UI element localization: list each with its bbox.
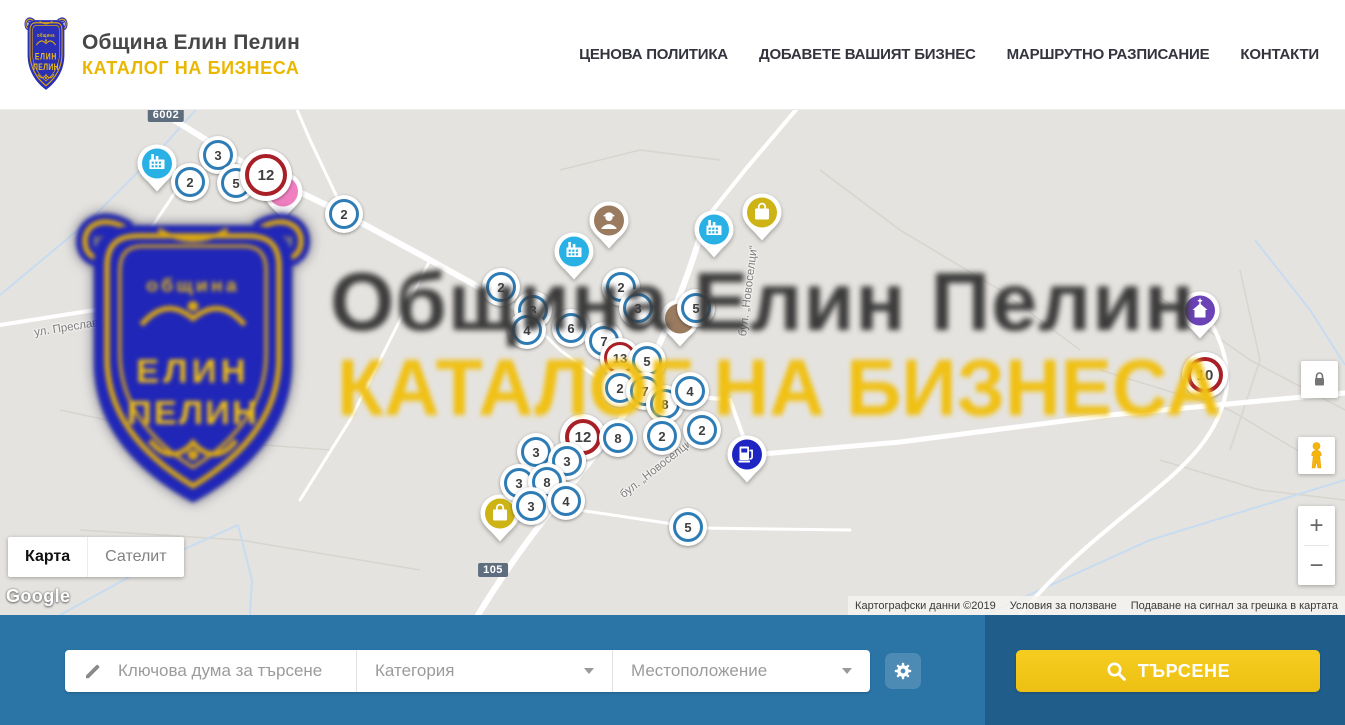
- cluster-count: 5: [692, 301, 699, 316]
- cluster-count: 8: [543, 475, 550, 490]
- cluster-count: 3: [527, 499, 534, 514]
- cluster-count: 2: [497, 280, 504, 295]
- location-dropdown[interactable]: Местоположение: [613, 650, 870, 692]
- cluster-marker[interactable]: 2: [683, 411, 721, 449]
- zoom-control: + −: [1298, 506, 1335, 585]
- cluster-marker[interactable]: 4: [508, 311, 546, 349]
- category-pin-factory[interactable]: [692, 209, 736, 267]
- cluster-count: 12: [258, 167, 275, 184]
- attribution-report-link[interactable]: Подаване на сигнал за грешка в картата: [1124, 600, 1345, 612]
- map-attribution: Картографски данни ©2019 Условия за полз…: [848, 596, 1345, 615]
- zoom-in-button[interactable]: +: [1298, 506, 1335, 545]
- category-dropdown[interactable]: Категория: [357, 650, 613, 692]
- cluster-count: 2: [616, 381, 623, 396]
- attribution-terms-link[interactable]: Условия за ползване: [1003, 600, 1124, 612]
- cluster-count: 5: [643, 354, 650, 369]
- map-type-map-button[interactable]: Карта: [8, 537, 87, 577]
- search-button-label: ТЪРСЕНЕ: [1138, 661, 1230, 682]
- cluster-count: 2: [340, 207, 347, 222]
- category-pin-factory[interactable]: [135, 143, 179, 201]
- cluster-marker[interactable]: 5: [677, 289, 715, 327]
- nav-contacts[interactable]: КОНТАКТИ: [1240, 46, 1319, 63]
- cluster-count: 4: [562, 494, 569, 509]
- cluster-marker[interactable]: 2: [325, 195, 363, 233]
- cluster-count: 8: [614, 431, 621, 446]
- cluster-count: 3: [214, 148, 221, 163]
- site-title: Община Елин Пелин: [82, 31, 300, 55]
- pencil-icon: [83, 661, 103, 681]
- logo-text: Община Елин Пелин КАТАЛОГ НА БИЗНЕСА: [82, 31, 300, 79]
- cluster-marker[interactable]: 10: [1182, 352, 1228, 398]
- lock-button[interactable]: [1301, 361, 1338, 398]
- cluster-count: 5: [232, 176, 239, 191]
- cluster-marker[interactable]: 8: [599, 419, 637, 457]
- search-icon: [1106, 661, 1127, 682]
- svg-text:ПЕЛИН: ПЕЛИН: [33, 62, 59, 72]
- lock-icon: [1312, 371, 1327, 388]
- cluster-count: 12: [575, 429, 592, 446]
- nav-route-schedule[interactable]: МАРШРУТНО РАЗПИСАНИЕ: [1007, 46, 1210, 63]
- pegman-icon: [1307, 442, 1326, 469]
- search-input-group: Категория Местоположение: [65, 650, 870, 692]
- cluster-marker[interactable]: 5: [669, 508, 707, 546]
- cluster-marker[interactable]: 12: [240, 149, 292, 201]
- cluster-count: 3: [563, 454, 570, 469]
- google-logo[interactable]: Google: [6, 586, 70, 607]
- cluster-count: 3: [532, 445, 539, 460]
- svg-text:община: община: [37, 31, 55, 38]
- search-settings-button[interactable]: [885, 653, 921, 689]
- map-type-control: Карта Сателит: [8, 537, 184, 577]
- nav-pricing-policy[interactable]: ЦЕНОВА ПОЛИТИКА: [579, 46, 728, 63]
- search-bar: Категория Местоположение: [0, 615, 1345, 725]
- cluster-count: 2: [658, 429, 665, 444]
- cluster-marker[interactable]: 3: [619, 289, 657, 327]
- cluster-count: 2: [698, 423, 705, 438]
- cluster-count: 2: [186, 175, 193, 190]
- category-pin-bag[interactable]: [740, 192, 784, 250]
- site-subtitle: КАТАЛОГ НА БИЗНЕСА: [82, 58, 300, 79]
- cluster-marker[interactable]: 4: [547, 482, 585, 520]
- location-dropdown-value: Местоположение: [631, 661, 767, 681]
- cluster-count: 8: [661, 397, 668, 412]
- category-pin-factory[interactable]: [552, 231, 596, 289]
- category-pin-church[interactable]: [1178, 290, 1222, 348]
- cluster-marker[interactable]: 3: [512, 487, 550, 525]
- cluster-count: 10: [1197, 367, 1214, 384]
- chevron-down-icon: [842, 668, 852, 674]
- cluster-marker[interactable]: 2: [482, 268, 520, 306]
- cluster-marker[interactable]: 2: [643, 417, 681, 455]
- keyword-section: [65, 650, 357, 692]
- nav-add-business[interactable]: ДОБАВЕТЕ ВАШИЯТ БИЗНЕС: [759, 46, 976, 63]
- cluster-count: 5: [684, 520, 691, 535]
- search-button[interactable]: ТЪРСЕНЕ: [1016, 650, 1320, 692]
- cluster-marker[interactable]: 4: [671, 372, 709, 410]
- markers-layer: 3 2 5 12 2 2 2 3 3 5 4 6 7 13 5 2 7 8 4 …: [0, 110, 1345, 615]
- map-canvas[interactable]: ул. Преславбул. „Новоселци“бул. „Новосел…: [0, 110, 1345, 615]
- attribution-copyright: Картографски данни ©2019: [848, 600, 1003, 612]
- svg-text:ЕЛИН: ЕЛИН: [35, 51, 57, 61]
- gear-icon: [892, 660, 914, 682]
- header: община ЕЛИН ПЕЛИН Община Елин Пелин КАТА…: [0, 0, 1345, 110]
- map-type-satellite-button[interactable]: Сателит: [87, 537, 183, 577]
- main-nav: ЦЕНОВА ПОЛИТИКА ДОБАВЕТЕ ВАШИЯТ БИЗНЕС М…: [579, 46, 1319, 63]
- page: община ЕЛИН ПЕЛИН Община Елин Пелин КАТА…: [0, 0, 1345, 725]
- cluster-count: 4: [523, 323, 530, 338]
- cluster-marker[interactable]: 2: [171, 163, 209, 201]
- cluster-count: 6: [567, 321, 574, 336]
- category-dropdown-value: Категория: [375, 661, 454, 681]
- chevron-down-icon: [584, 668, 594, 674]
- category-pin-fuel[interactable]: [725, 434, 769, 492]
- zoom-out-button[interactable]: −: [1298, 546, 1335, 585]
- cluster-count: 13: [613, 351, 627, 366]
- site-logo[interactable]: община ЕЛИН ПЕЛИН Община Елин Пелин КАТА…: [22, 16, 300, 94]
- pegman-button[interactable]: [1298, 437, 1335, 474]
- keyword-search-input[interactable]: [116, 660, 356, 682]
- cluster-count: 4: [686, 384, 693, 399]
- cluster-count: 2: [617, 280, 624, 295]
- cluster-count: 3: [634, 301, 641, 316]
- municipality-emblem-icon: община ЕЛИН ПЕЛИН: [22, 16, 70, 94]
